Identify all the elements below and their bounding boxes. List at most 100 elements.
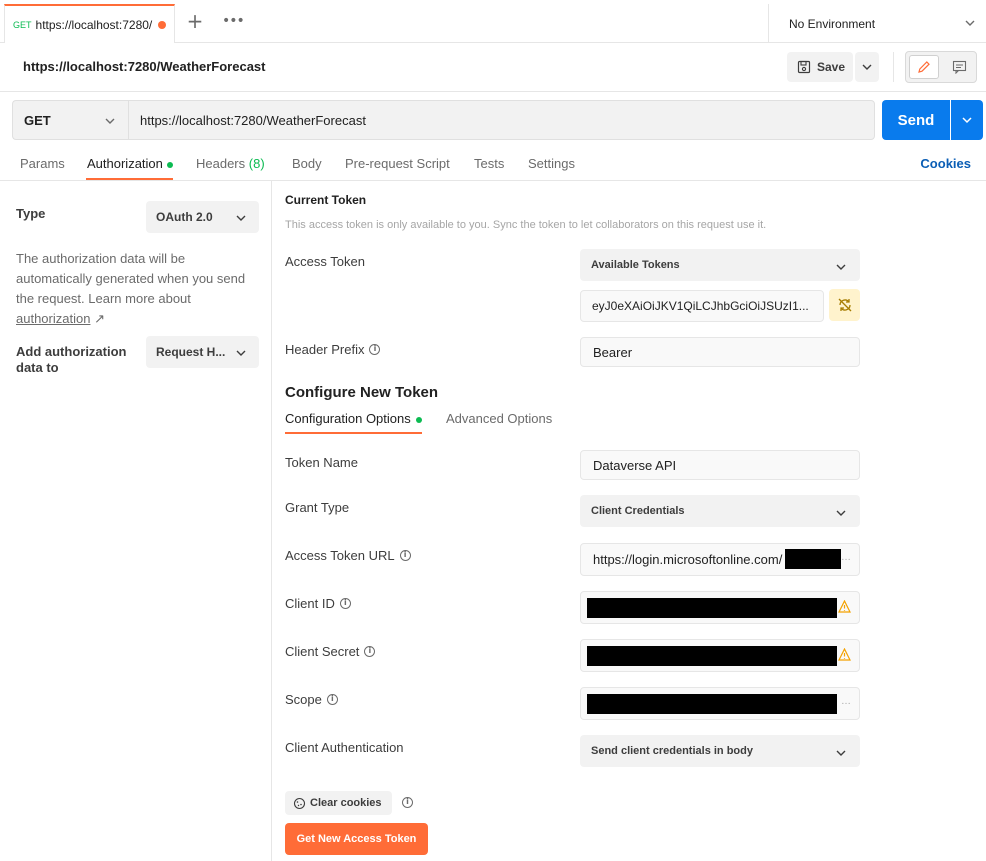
unsaved-dot-icon (158, 20, 167, 29)
info-icon[interactable] (402, 797, 413, 808)
http-method-select[interactable]: GET (12, 100, 128, 140)
view-mode-toggle (905, 51, 977, 83)
auth-description: The authorization data will be automatic… (16, 249, 256, 329)
scope-label: Scope (285, 692, 338, 707)
tab-params[interactable]: Params (20, 156, 65, 171)
tab-headers[interactable]: Headers (8) (196, 156, 265, 171)
sync-off-icon (838, 298, 851, 312)
get-new-access-token-button[interactable]: Get New Access Token (285, 823, 428, 855)
grant-type-label-text: Grant Type (285, 500, 350, 515)
tab-body[interactable]: Body (292, 156, 322, 171)
clear-cookies-button[interactable]: Clear cookies (285, 791, 392, 815)
auth-type-value: OAuth 2.0 (156, 210, 213, 224)
save-label: Save (817, 60, 846, 74)
client-secret-label: Client Secret (285, 644, 376, 659)
header-prefix-field[interactable]: Bearer (580, 337, 860, 367)
chevron-down-icon (105, 118, 115, 124)
auth-left-panel: Type OAuth 2.0 The authorization data wi… (0, 181, 272, 861)
authorization-link[interactable]: authorization (16, 311, 90, 326)
save-dropdown-button[interactable] (855, 52, 879, 82)
new-tab-plus-icon[interactable]: + (186, 11, 204, 31)
info-icon[interactable] (369, 344, 381, 355)
chevron-down-icon (862, 64, 872, 70)
tab-prerequest-script[interactable]: Pre-request Script (345, 156, 450, 171)
access-token-url-label: Access Token URL (285, 548, 411, 563)
sync-token-button[interactable] (829, 289, 860, 321)
status-dot-icon (415, 416, 422, 423)
more-tabs-icon[interactable]: ••• (222, 12, 245, 30)
tab-settings[interactable]: Settings (528, 156, 575, 171)
grant-type-value: Client Credentials (591, 505, 685, 517)
tab-configuration-options-label: Configuration Options (285, 411, 411, 426)
cookie-icon (293, 797, 306, 809)
chevron-down-icon (965, 20, 975, 26)
access-token-label: Access Token (285, 254, 365, 269)
access-token-url-field[interactable]: https://login.microsoftonline.com/ … (580, 543, 860, 576)
grant-type-select[interactable]: Client Credentials (580, 495, 860, 527)
configure-token-title: Configure New Token (285, 384, 439, 401)
send-button[interactable]: Send (882, 100, 950, 140)
add-to-select[interactable]: Request H... (146, 336, 259, 368)
request-tab[interactable]: GET https://localhost:7280/ (4, 4, 175, 43)
save-icon (797, 60, 811, 74)
request-tab-method: GET (13, 19, 32, 30)
client-authentication-value: Send client credentials in body (591, 745, 753, 757)
headers-count: (8) (248, 156, 265, 171)
authorization-link-text: authorization (16, 311, 91, 326)
scope-field[interactable]: … (580, 687, 860, 720)
active-tab-indicator (285, 432, 422, 434)
clear-cookies-label: Clear cookies (310, 797, 382, 809)
access-token-field[interactable]: eyJ0eXAiOiJKV1QiLCJhbGciOiJSUzI1... (580, 290, 824, 322)
header-prefix-label: Header Prefix (285, 342, 381, 357)
info-icon[interactable] (339, 598, 351, 609)
scope-label-text: Scope (285, 692, 322, 707)
info-icon[interactable] (364, 646, 376, 657)
auth-description-text: The authorization data will be automatic… (16, 251, 246, 306)
tab-authorization[interactable]: Authorization (87, 156, 173, 171)
client-id-label-text: Client ID (285, 596, 335, 611)
request-tabs: Params Authorization Headers (8) Body Pr… (0, 148, 986, 181)
save-button[interactable]: Save (787, 52, 853, 82)
edit-mode-button[interactable] (909, 55, 939, 79)
active-tab-indicator (86, 178, 173, 180)
info-icon[interactable] (399, 550, 411, 561)
available-tokens-select[interactable]: Available Tokens (580, 249, 860, 281)
chevron-down-icon (836, 264, 846, 270)
cookies-link[interactable]: Cookies (920, 156, 971, 171)
request-name[interactable]: https://localhost:7280/WeatherForecast (23, 59, 266, 74)
access-token-url-label-text: Access Token URL (285, 548, 395, 563)
tab-headers-label: Headers (196, 156, 246, 171)
info-icon[interactable] (326, 694, 338, 705)
comments-button[interactable] (944, 55, 974, 79)
add-to-label: Add authorization data to (16, 344, 127, 375)
overflow-ellipsis-icon: … (841, 552, 851, 563)
pencil-icon (918, 61, 930, 73)
tab-advanced-options[interactable]: Advanced Options (446, 411, 552, 426)
client-secret-field[interactable] (580, 639, 860, 672)
comment-icon (952, 60, 966, 74)
redaction-block (587, 646, 837, 666)
environment-select[interactable]: No Environment (768, 4, 986, 43)
status-dot-icon (166, 161, 173, 168)
redaction-block (587, 694, 837, 714)
send-dropdown-button[interactable] (951, 100, 983, 140)
auth-type-select[interactable]: OAuth 2.0 (146, 201, 259, 233)
environment-label: No Environment (789, 16, 876, 31)
client-authentication-select[interactable]: Send client credentials in body (580, 735, 860, 767)
client-authentication-label-text: Client Authentication (285, 740, 404, 755)
tab-tests[interactable]: Tests (474, 156, 504, 171)
overflow-ellipsis-icon: … (841, 696, 851, 707)
current-token-title: Current Token (285, 193, 367, 207)
redaction-block (587, 598, 837, 618)
tab-configuration-options[interactable]: Configuration Options (285, 411, 422, 426)
chevron-down-icon (236, 350, 246, 356)
type-label: Type (16, 206, 46, 221)
url-input[interactable] (128, 100, 875, 140)
grant-type-label: Grant Type (285, 500, 349, 515)
access-token-url-value: https://login.microsoftonline.com/ (593, 552, 783, 567)
chevron-down-icon (836, 750, 846, 756)
client-secret-label-text: Client Secret (285, 644, 360, 659)
client-id-field[interactable] (580, 591, 860, 624)
client-id-label: Client ID (285, 596, 351, 611)
token-name-field[interactable]: Dataverse API (580, 450, 860, 480)
